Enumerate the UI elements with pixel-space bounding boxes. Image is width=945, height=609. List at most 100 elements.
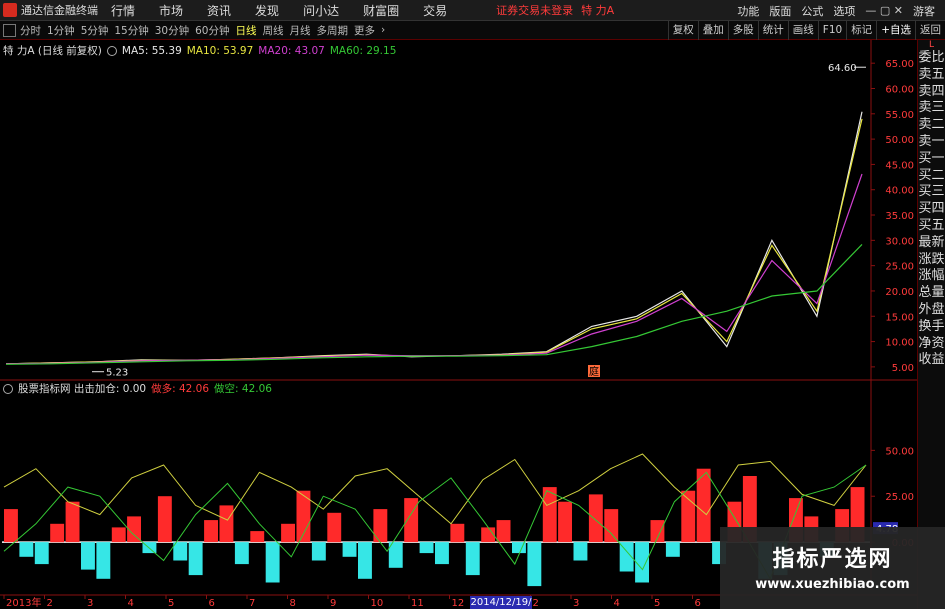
indicator-bar (265, 542, 280, 583)
sidebar-item[interactable]: 买一 (918, 151, 945, 168)
watermark-title: 指标严选网 (772, 547, 893, 572)
indicator-menu-icon[interactable] (3, 383, 13, 394)
date-tick-label: 10 (371, 598, 384, 609)
price-tick-label: 30.00 (885, 236, 914, 247)
menu-shichang[interactable]: 市场 (159, 2, 183, 19)
indicator-title: 股票指标网 出击加仓: 0.00 (18, 383, 147, 395)
window-controls-icon[interactable]: — ▢ ✕ (865, 4, 903, 17)
sidebar-item[interactable]: 卖五 (918, 67, 945, 84)
sidebar-item[interactable]: 买四 (918, 201, 945, 218)
indicator-bar (234, 542, 249, 565)
tool-biaoji[interactable]: 标记 (846, 21, 876, 40)
indicator-bar (604, 509, 619, 543)
price-tick-label: 15.00 (885, 312, 914, 323)
indicator-bar (404, 498, 419, 543)
indicator-bar (111, 527, 126, 543)
period-5min[interactable]: 5分钟 (81, 23, 109, 38)
watermark-url: www.xuezhibiao.com (755, 577, 910, 592)
ma10-line (5, 118, 863, 365)
sidebar-item[interactable]: 涨跌 (918, 252, 945, 269)
period-15min[interactable]: 15分钟 (114, 23, 148, 38)
sidebar-item[interactable]: 换手 (918, 319, 945, 336)
menu-gongshi[interactable]: 公式 (801, 3, 823, 19)
sidebar-item[interactable]: 外盘 (918, 302, 945, 319)
price-tick-label: 5.00 (892, 363, 914, 374)
tool-duogu[interactable]: 多股 (727, 21, 758, 40)
ma20-line (5, 173, 863, 365)
period-multi[interactable]: 多周期 (317, 23, 349, 38)
chevron-right-icon[interactable]: › (381, 24, 385, 36)
menu-faxian[interactable]: 发现 (255, 2, 279, 19)
menu-caifuquan[interactable]: 财富圈 (363, 2, 399, 19)
indicator-legend: 股票指标网 出击加仓: 0.00 做多: 42.06 做空: 42.06 (3, 381, 277, 396)
app-logo-icon (3, 3, 17, 17)
sidebar-item[interactable]: 买三 (918, 184, 945, 201)
period-60min[interactable]: 60分钟 (195, 23, 229, 38)
date-tick-label: 7 (249, 598, 255, 609)
date-tick-label: 8 (290, 598, 296, 609)
period-30min[interactable]: 30分钟 (155, 23, 189, 38)
sidebar-item[interactable]: 最新 (918, 235, 945, 252)
indicator-bar (527, 542, 542, 587)
menu-banmian[interactable]: 版面 (769, 3, 791, 19)
date-tick-label: 4 (128, 598, 134, 609)
menu-xuanxiang[interactable]: 选项 (833, 3, 855, 19)
sidebar-item[interactable]: 买五 (918, 218, 945, 235)
menu-hangqing[interactable]: 行情 (111, 2, 135, 19)
sidebar-item[interactable]: 卖二 (918, 117, 945, 134)
menu-zixun[interactable]: 资讯 (207, 2, 231, 19)
period-more[interactable]: 更多 (354, 23, 375, 38)
period-toolbar: 分时 1分钟 5分钟 15分钟 30分钟 60分钟 日线 周线 月线 多周期 更… (0, 21, 945, 40)
indicator-bar (65, 501, 80, 543)
login-status[interactable]: 证券交易未登录 (496, 2, 573, 18)
indicator-bar (573, 542, 588, 561)
indicator-bar (50, 523, 65, 543)
sidebar-item[interactable]: 卖四 (918, 84, 945, 101)
price-tick-label: 25.00 (885, 262, 914, 273)
sidebar-item[interactable]: 卖一 (918, 134, 945, 151)
date-tick-label: 2 (47, 598, 53, 609)
menu-jiaoyi[interactable]: 交易 (423, 2, 447, 19)
ma60-legend: MA60: 29.15 (329, 44, 397, 57)
sidebar-header[interactable]: L (918, 40, 945, 50)
menu-gongneng[interactable]: 功能 (737, 3, 759, 19)
indicator-bar (342, 542, 357, 557)
chart-canvas[interactable]: 65.0060.0055.0050.0045.0040.0035.0030.00… (0, 40, 917, 609)
period-fenshi[interactable]: 分时 (20, 23, 41, 38)
ma10-legend: MA10: 53.97 (186, 44, 254, 57)
sidebar-item[interactable]: 总量 (918, 285, 945, 302)
tool-f10[interactable]: F10 (817, 21, 846, 40)
period-weekly[interactable]: 周线 (263, 23, 284, 38)
sidebar-item[interactable]: 净资 (918, 336, 945, 353)
tool-add-watchlist[interactable]: +自选 (876, 21, 915, 40)
sidebar-item[interactable]: 卖三 (918, 100, 945, 117)
quote-sidebar: L 委比 卖五 卖四 卖三 卖二 卖一 买一 买二 买三 买四 买五 最新 涨跌 涨幅 总量 外盘 换手 净资 收益 (917, 40, 945, 609)
tool-tongji[interactable]: 统计 (757, 21, 788, 40)
menu-youke[interactable]: 游客 (913, 3, 935, 19)
date-tick-label: 11 (411, 598, 424, 609)
price-tick-label: 10.00 (885, 338, 914, 349)
indicator-bar (665, 542, 680, 557)
chart-tools: 复权 叠加 多股 统计 画线 F10 标记 +自选 返回 (667, 21, 945, 40)
indicator-settings-icon[interactable] (106, 45, 117, 56)
panel-toggle-icon[interactable] (3, 23, 16, 37)
sidebar-item[interactable]: 收益 (918, 352, 945, 369)
tool-huaxian[interactable]: 画线 (787, 21, 818, 40)
sidebar-item[interactable]: 委比 (918, 50, 945, 67)
period-daily[interactable]: 日线 (236, 23, 257, 38)
tool-fuquan[interactable]: 复权 (667, 21, 698, 40)
date-tick-label: 12 (452, 598, 465, 609)
indicator-bar (188, 542, 203, 576)
selected-date-label: 2014/12/19/五 (470, 596, 532, 609)
sidebar-item[interactable]: 买二 (918, 168, 945, 185)
period-1min[interactable]: 1分钟 (47, 23, 75, 38)
title-stock-name: 特 力A (581, 4, 615, 17)
bear-legend: 做空: 42.06 (214, 383, 272, 395)
tool-diejia[interactable]: 叠加 (697, 21, 728, 40)
period-monthly[interactable]: 月线 (290, 23, 311, 38)
ma5-legend: MA5: 55.39 (121, 44, 182, 57)
sidebar-item[interactable]: 涨幅 (918, 268, 945, 285)
menu-wenxiaoda[interactable]: 问小达 (303, 2, 339, 19)
tool-back[interactable]: 返回 (915, 21, 945, 40)
indicator-bar (81, 542, 95, 570)
